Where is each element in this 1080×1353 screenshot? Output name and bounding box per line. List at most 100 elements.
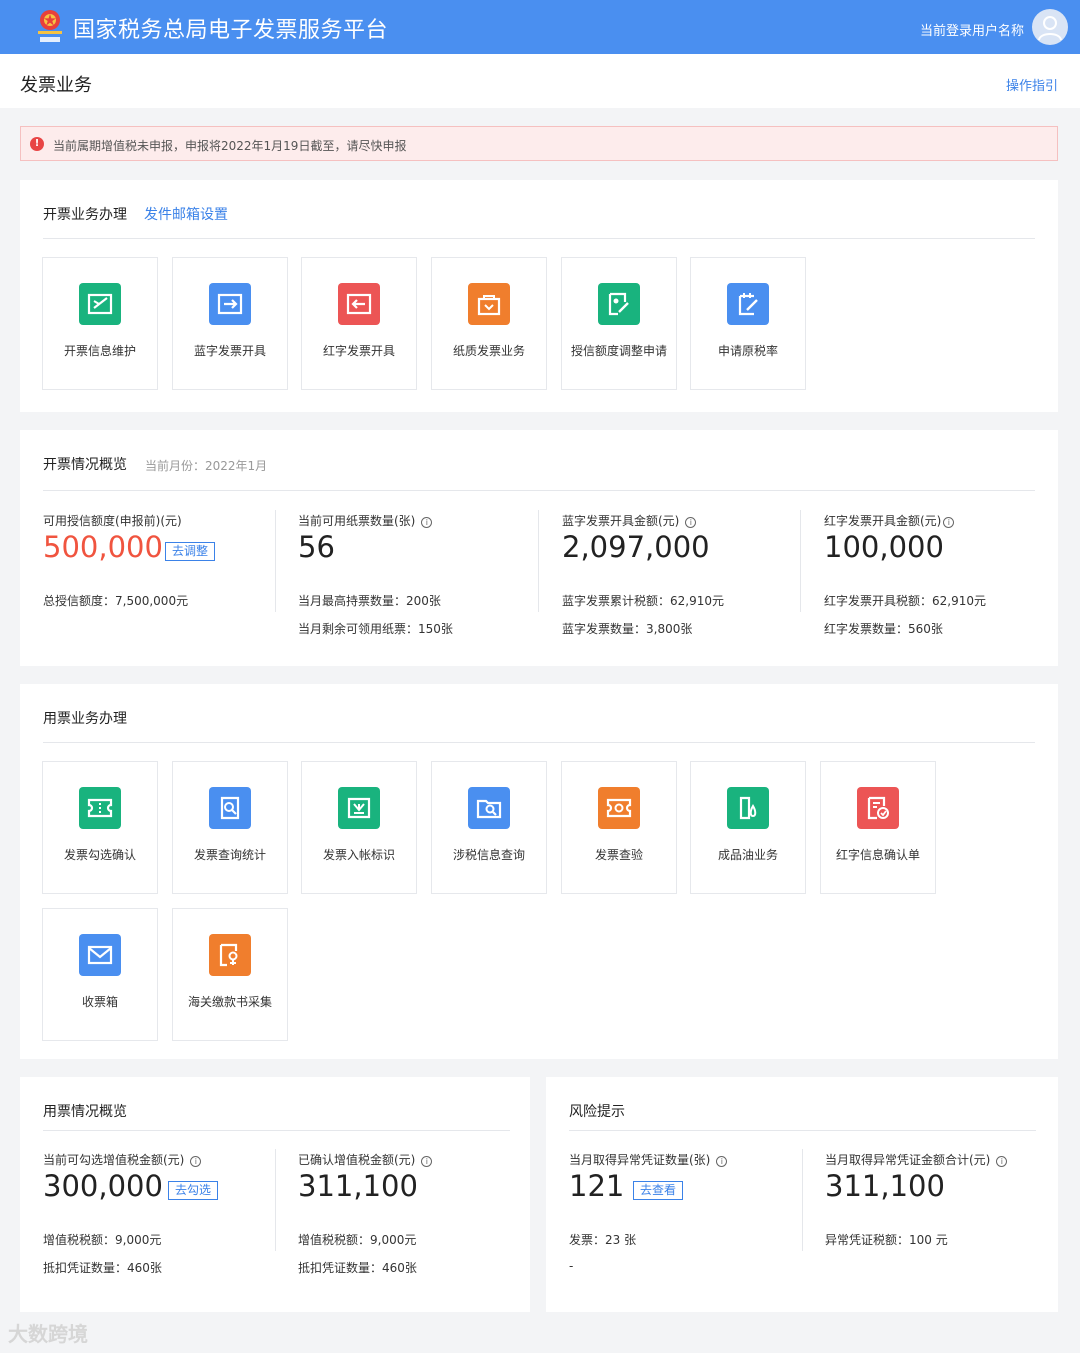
stat-blue-invoice-amount: 蓝字发票开具金额(元) i 2,097,000 蓝字发票累计税额：62,910元 … [562, 512, 797, 642]
stat-label: 可用授信额度(申报前)(元) [43, 514, 182, 528]
tile-refined-oil[interactable]: 成品油业务 [690, 761, 806, 894]
divider [43, 490, 1035, 491]
tile-label: 红字信息确认单 [835, 848, 920, 862]
divider [275, 510, 276, 612]
tile-blue-invoice-issue[interactable]: 蓝字发票开具 [172, 257, 288, 390]
transfer-left-icon [338, 283, 380, 325]
use-business-card: 用票业务办理 发票勾选确认 发票查询统计 发票入帐标识 涉税信息查询 发票查验 [20, 684, 1058, 1059]
tile-label: 纸质发票业务 [452, 344, 525, 358]
divider [569, 1130, 1036, 1131]
tile-invoice-query-stats[interactable]: 发票查询统计 [172, 761, 288, 894]
stat-detail: 蓝字发票数量：3,800张 [562, 622, 693, 636]
page-title: 发票业务 [20, 75, 92, 96]
info-icon[interactable]: i [716, 1156, 728, 1167]
info-icon[interactable]: i [190, 1156, 202, 1167]
declaration-alert: ! 当前属期增值税未申报，申报将2022年1月19日截至，请尽快申报 [20, 126, 1058, 161]
tile-invoice-info-maintenance[interactable]: 开票信息维护 [42, 257, 158, 390]
divider [43, 742, 1035, 743]
tile-credit-adjust[interactable]: 授信额度调整申请 [561, 257, 677, 390]
tile-red-invoice-issue[interactable]: 红字发票开具 [301, 257, 417, 390]
stat-detail: 抵扣凭证数量：460张 [43, 1261, 162, 1275]
tile-red-info-confirmation[interactable]: 红字信息确认单 [820, 761, 936, 894]
use-overview-card: 用票情况概览 当前可勾选增值税金额(元) i 300,000 去勾选 增值税税额：… [20, 1077, 530, 1312]
divider [802, 1149, 803, 1251]
stat-value: 2,097,000 [562, 530, 710, 564]
stat-confirmed-vat-amount: 已确认增值税金额(元) i 311,100 增值税税额：9,000元 抵扣凭证数量… [298, 1151, 523, 1281]
platform-title: 国家税务总局电子发票服务平台 [73, 18, 389, 43]
stat-detail: 异常凭证税额：100 元 [825, 1233, 948, 1247]
issue-overview-title: 开票情况概览 [43, 457, 127, 473]
stat-label: 当月取得异常凭证金额合计(元) i [825, 1151, 1008, 1168]
oil-drop-icon [727, 787, 769, 829]
stat-value: 121 [569, 1169, 625, 1203]
stat-available-credit: 可用授信额度(申报前)(元) 500,000 去调整 总授信额度：7,500,0… [43, 512, 273, 642]
stat-detail: 增值税税额：9,000元 [43, 1233, 162, 1247]
info-icon[interactable]: i [421, 517, 433, 528]
credit-edit-icon [598, 283, 640, 325]
info-icon[interactable]: i [996, 1156, 1008, 1167]
info-icon[interactable]: i [685, 517, 697, 528]
tile-tax-info-query[interactable]: 涉税信息查询 [431, 761, 547, 894]
stat-detail: 红字发票数量：560张 [824, 622, 943, 636]
stat-label: 当前可用纸票数量(张) i [298, 512, 433, 529]
info-icon[interactable]: i [943, 517, 955, 528]
risk-card: 风险提示 当月取得异常凭证数量(张) i 121 去查看 发票：23 张 - 当月… [546, 1077, 1058, 1312]
view-button[interactable]: 去查看 [633, 1181, 684, 1200]
tile-invoice-select-confirm[interactable]: 发票勾选确认 [42, 761, 158, 894]
stat-detail: 增值税税额：9,000元 [298, 1233, 417, 1247]
info-icon[interactable]: i [421, 1156, 433, 1167]
tile-label: 开票信息维护 [63, 344, 136, 358]
risk-title: 风险提示 [569, 1104, 625, 1120]
operation-guide-link[interactable]: 操作指引 [1006, 75, 1058, 94]
tile-customs-payment-collection[interactable]: 海关缴款书采集 [172, 908, 288, 1041]
stat-value: 500,000 [43, 530, 163, 564]
tax-emblem-icon [34, 7, 66, 45]
stat-value: 56 [298, 530, 335, 564]
stat-selectable-vat-amount: 当前可勾选增值税金额(元) i 300,000 去勾选 增值税税额：9,000元 … [43, 1151, 273, 1281]
user-avatar-icon[interactable] [1032, 9, 1068, 45]
stat-detail: 当月最高持票数量：200张 [298, 594, 441, 608]
current-user-name[interactable]: 当前登录用户名称 [920, 20, 1024, 39]
ticket-check-icon [79, 787, 121, 829]
adjust-button[interactable]: 去调整 [165, 542, 216, 561]
stat-value: 300,000 [43, 1169, 163, 1203]
stat-detail: 抵扣凭证数量：460张 [298, 1261, 417, 1275]
stat-detail: 蓝字发票累计税额：62,910元 [562, 594, 724, 608]
tile-label: 发票入帐标识 [322, 848, 395, 862]
stat-detail: 总授信额度：7,500,000元 [43, 594, 189, 608]
stat-detail: - [569, 1259, 574, 1273]
tile-original-tax-rate[interactable]: 申请原税率 [690, 257, 806, 390]
document-search-icon [209, 787, 251, 829]
form-check-icon [857, 787, 899, 829]
tile-label: 红字发票开具 [322, 344, 395, 358]
tile-invoice-booking-mark[interactable]: 发票入帐标识 [301, 761, 417, 894]
tile-label: 收票箱 [81, 995, 118, 1009]
alert-text: 当前属期增值税未申报，申报将2022年1月19日截至，请尽快申报 [53, 139, 407, 153]
stat-red-invoice-amount: 红字发票开具金额(元) i 100,000 红字发票开具税额：62,910元 红字… [824, 512, 1054, 642]
tile-label: 发票查询统计 [193, 848, 266, 862]
tile-paper-invoice[interactable]: 纸质发票业务 [431, 257, 547, 390]
tile-label: 申请原税率 [717, 344, 778, 358]
tile-label: 成品油业务 [717, 848, 778, 862]
watermark-logo: 大数跨境 [8, 1322, 88, 1346]
tile-invoice-inspection[interactable]: 发票查验 [561, 761, 677, 894]
stat-label: 已确认增值税金额(元) i [298, 1151, 433, 1168]
customs-document-icon [209, 934, 251, 976]
tile-inbox[interactable]: 收票箱 [42, 908, 158, 1041]
tile-label: 涉税信息查询 [452, 848, 525, 862]
divider [43, 1130, 510, 1131]
mail-settings-link[interactable]: 发件邮箱设置 [144, 204, 228, 224]
divider [275, 1149, 276, 1251]
divider [800, 510, 801, 612]
stat-label: 蓝字发票开具金额(元) i [562, 512, 697, 529]
stat-label: 当前可勾选增值税金额(元) i [43, 1151, 202, 1168]
stat-label: 当月取得异常凭证数量(张) i [569, 1151, 728, 1168]
top-header: 国家税务总局电子发票服务平台 当前登录用户名称 [0, 0, 1080, 54]
stat-detail: 红字发票开具税额：62,910元 [824, 594, 986, 608]
tile-label: 发票查验 [594, 848, 643, 862]
select-button[interactable]: 去勾选 [168, 1181, 219, 1200]
stat-abnormal-voucher-count: 当月取得异常凭证数量(张) i 121 去查看 发票：23 张 - [569, 1151, 799, 1281]
notepad-edit-icon [727, 283, 769, 325]
edit-invoice-icon [79, 283, 121, 325]
use-overview-title: 用票情况概览 [43, 1104, 127, 1120]
